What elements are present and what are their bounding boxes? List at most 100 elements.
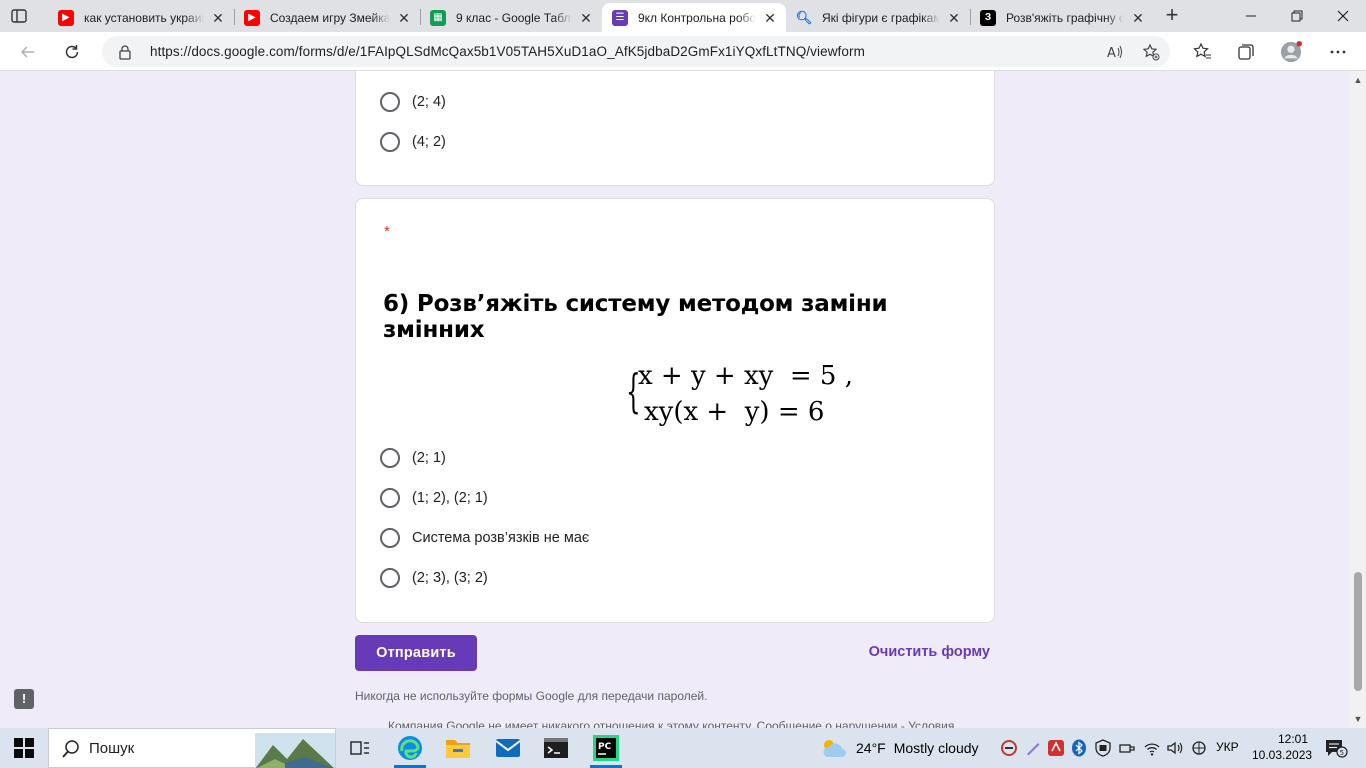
close-window-button[interactable] (1320, 0, 1366, 32)
back-button[interactable] (17, 41, 39, 63)
reload-button[interactable] (61, 41, 83, 63)
svg-text:5: 5 (1340, 749, 1344, 757)
close-icon[interactable]: ✕ (946, 10, 962, 26)
radio-button[interactable] (380, 132, 400, 152)
tab-3-active[interactable]: ☰ 9кл Контрольна робота ✕ (602, 3, 786, 32)
tab-1[interactable]: ▶ Создаем игру Змейка ✕ (234, 3, 420, 32)
url-text: https://docs.google.com/forms/d/e/1FAIpQ… (150, 44, 865, 59)
back-arrow-icon (20, 46, 34, 58)
clear-form-button[interactable]: Очистить форму (860, 644, 990, 664)
favorites-icon (1193, 42, 1211, 59)
avatar (1280, 41, 1302, 63)
profile-button[interactable] (1280, 41, 1302, 63)
option-row[interactable]: (2; 4) (380, 90, 446, 114)
option-row[interactable]: (2; 3), (3; 2) (380, 566, 488, 590)
pycharm-icon: PC (593, 735, 619, 761)
option-row[interactable]: (4; 2) (380, 130, 446, 154)
tab-2[interactable]: ▦ 9 клас - Google Таблиці ✕ (420, 3, 602, 32)
tab-title: Розв'яжіть графічну систему (1006, 10, 1124, 25)
tab-5[interactable]: З Розв'яжіть графічну систему ✕ (970, 3, 1154, 32)
wifi-icon[interactable] (1143, 739, 1161, 757)
equation-system: { x + y + xy = 5 , xy(x + y) = 6 (626, 359, 866, 431)
close-icon[interactable]: ✕ (210, 10, 226, 26)
add-favorite-icon[interactable] (1142, 43, 1160, 61)
taskbar-mail[interactable] (484, 728, 532, 768)
option-row[interactable]: Система розв’язків не має (380, 526, 589, 550)
close-icon[interactable]: ✕ (396, 10, 412, 26)
taskbar-edge[interactable] (386, 728, 434, 768)
youtube-icon: ▶ (58, 9, 74, 26)
tray-app-icon[interactable] (1000, 739, 1018, 757)
taskbar-clock[interactable]: 12:01 10.03.2023 (1252, 731, 1312, 763)
restore-button[interactable] (1274, 0, 1320, 32)
usb-device-icon[interactable] (1118, 739, 1136, 757)
tab-actions-icon[interactable] (10, 7, 28, 25)
close-icon (1337, 10, 1349, 22)
minimize-button[interactable] (1228, 0, 1274, 32)
required-mark: * (384, 223, 390, 240)
security-shield-icon[interactable] (1094, 739, 1112, 757)
collections-button[interactable] (1235, 41, 1257, 63)
favorites-button[interactable] (1191, 41, 1213, 63)
taskbar-search[interactable]: Пошук (48, 728, 336, 768)
task-view-icon (350, 741, 369, 755)
read-aloud-icon[interactable]: A (1106, 43, 1124, 61)
input-indicator-icon[interactable] (1190, 739, 1208, 757)
antivirus-icon[interactable] (1047, 739, 1065, 757)
lock-icon[interactable] (118, 44, 132, 65)
radio-button[interactable] (380, 488, 400, 508)
folder-icon (446, 740, 470, 758)
svg-text:A: A (1107, 46, 1116, 60)
page-viewport: (2; 4) (4; 2) * 6) Розв’яжіть систему ме… (0, 71, 1350, 728)
notification-center-button[interactable]: 5 (1324, 738, 1348, 758)
page-scrollbar[interactable]: ▲ ▼ (1350, 71, 1366, 728)
language-indicator[interactable]: УКР (1216, 740, 1239, 754)
search-highlight-image (255, 733, 335, 768)
radio-button[interactable] (380, 528, 400, 548)
scroll-down-icon[interactable]: ▼ (1353, 714, 1363, 724)
restore-icon (1291, 10, 1303, 22)
tab-4[interactable]: 🔍︎ Які фігури є графіками ✕ (786, 3, 970, 32)
tab-0[interactable]: ▶ как установить украинский ✕ (48, 3, 234, 32)
option-row[interactable]: (2; 1) (380, 446, 446, 470)
weather-widget[interactable]: 24°F Mostly cloudy (820, 736, 979, 760)
windows-logo-icon (14, 738, 34, 758)
password-notice: Никогда не используйте формы Google для … (355, 689, 708, 703)
submit-button[interactable]: Отправить (355, 635, 477, 671)
windows-start-button[interactable] (14, 738, 34, 758)
browser-toolbar: https://docs.google.com/forms/d/e/1FAIpQ… (0, 32, 1366, 71)
equation-line-1: x + y + xy = 5 , (638, 361, 853, 391)
taskbar-explorer[interactable] (434, 728, 482, 768)
equation-line-2: xy(x + y) = 6 (644, 397, 825, 427)
radio-button[interactable] (380, 568, 400, 588)
report-issue-icon[interactable]: ! (14, 689, 34, 709)
edge-icon (398, 736, 422, 760)
close-icon[interactable]: ✕ (578, 10, 594, 26)
address-bar[interactable]: https://docs.google.com/forms/d/e/1FAIpQ… (102, 36, 1170, 67)
footer-text: Компания Google не имеет никакого отноше… (388, 719, 955, 728)
scrollbar-thumb[interactable] (1354, 572, 1362, 691)
new-tab-button[interactable]: + (1162, 4, 1182, 26)
tab-title: 9 клас - Google Таблиці (456, 10, 572, 25)
close-icon[interactable]: ✕ (762, 10, 778, 26)
task-view-button[interactable] (336, 728, 384, 768)
cloudy-weather-icon (823, 740, 846, 757)
option-label: (2; 1) (412, 450, 446, 466)
search-icon: 🔍︎ (795, 9, 813, 25)
option-label: Система розв’язків не має (412, 530, 590, 546)
tab-title: Создаем игру Змейка (270, 10, 390, 25)
close-icon[interactable]: ✕ (1130, 10, 1146, 26)
taskbar-terminal[interactable] (532, 728, 580, 768)
pen-icon[interactable] (1024, 739, 1042, 757)
settings-menu-button[interactable] (1327, 41, 1349, 63)
taskbar-pycharm[interactable]: PC (582, 728, 630, 768)
option-row[interactable]: (1; 2), (2; 1) (380, 486, 488, 510)
tab-title: как установить украинский (84, 10, 204, 25)
radio-button[interactable] (380, 448, 400, 468)
volume-icon[interactable] (1166, 739, 1184, 757)
radio-button[interactable] (380, 92, 400, 112)
bluetooth-icon[interactable] (1070, 739, 1088, 757)
scroll-up-icon[interactable]: ▲ (1353, 75, 1363, 85)
question-title: 6) Розв’яжіть систему методом заміни змі… (383, 291, 888, 343)
terminal-icon (544, 738, 568, 758)
